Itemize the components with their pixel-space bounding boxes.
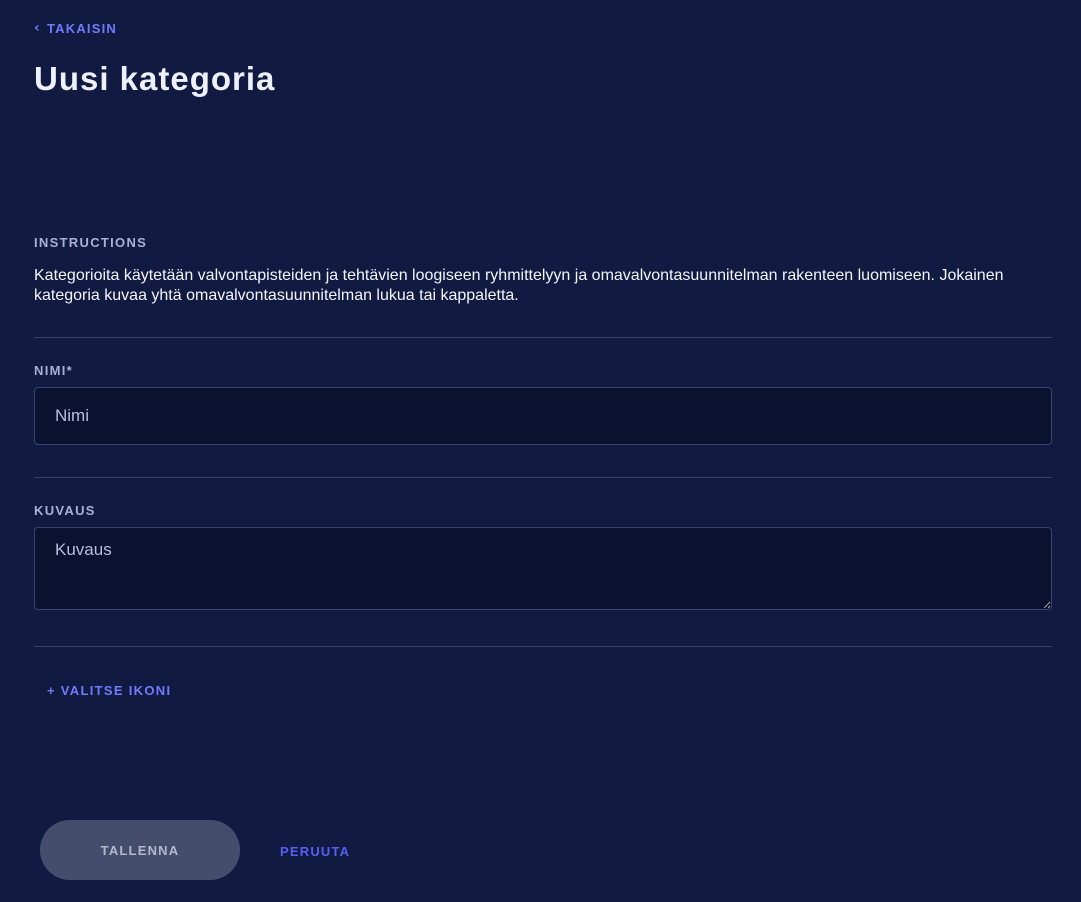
name-input[interactable] (34, 387, 1052, 445)
chevron-left-icon: ‹ (34, 19, 41, 36)
instructions-text: Kategorioita käytetään valvontapisteiden… (34, 267, 1004, 304)
back-link[interactable]: ‹ TAKAISIN (34, 19, 118, 37)
divider (34, 337, 1052, 338)
divider (34, 646, 1052, 647)
description-label: KUVAUS (34, 503, 96, 518)
back-link-label: TAKAISIN (46, 21, 118, 36)
description-textarea[interactable] (34, 527, 1052, 610)
cancel-button[interactable]: PERUUTA (280, 844, 350, 859)
choose-icon-button[interactable]: + VALITSE IKONI (47, 683, 171, 698)
divider (34, 477, 1052, 478)
page-title: Uusi kategoria (34, 60, 276, 97)
instructions-label: INSTRUCTIONS (34, 235, 148, 250)
name-label: NIMI* (34, 363, 73, 378)
save-button[interactable]: TALLENNA (40, 820, 240, 880)
